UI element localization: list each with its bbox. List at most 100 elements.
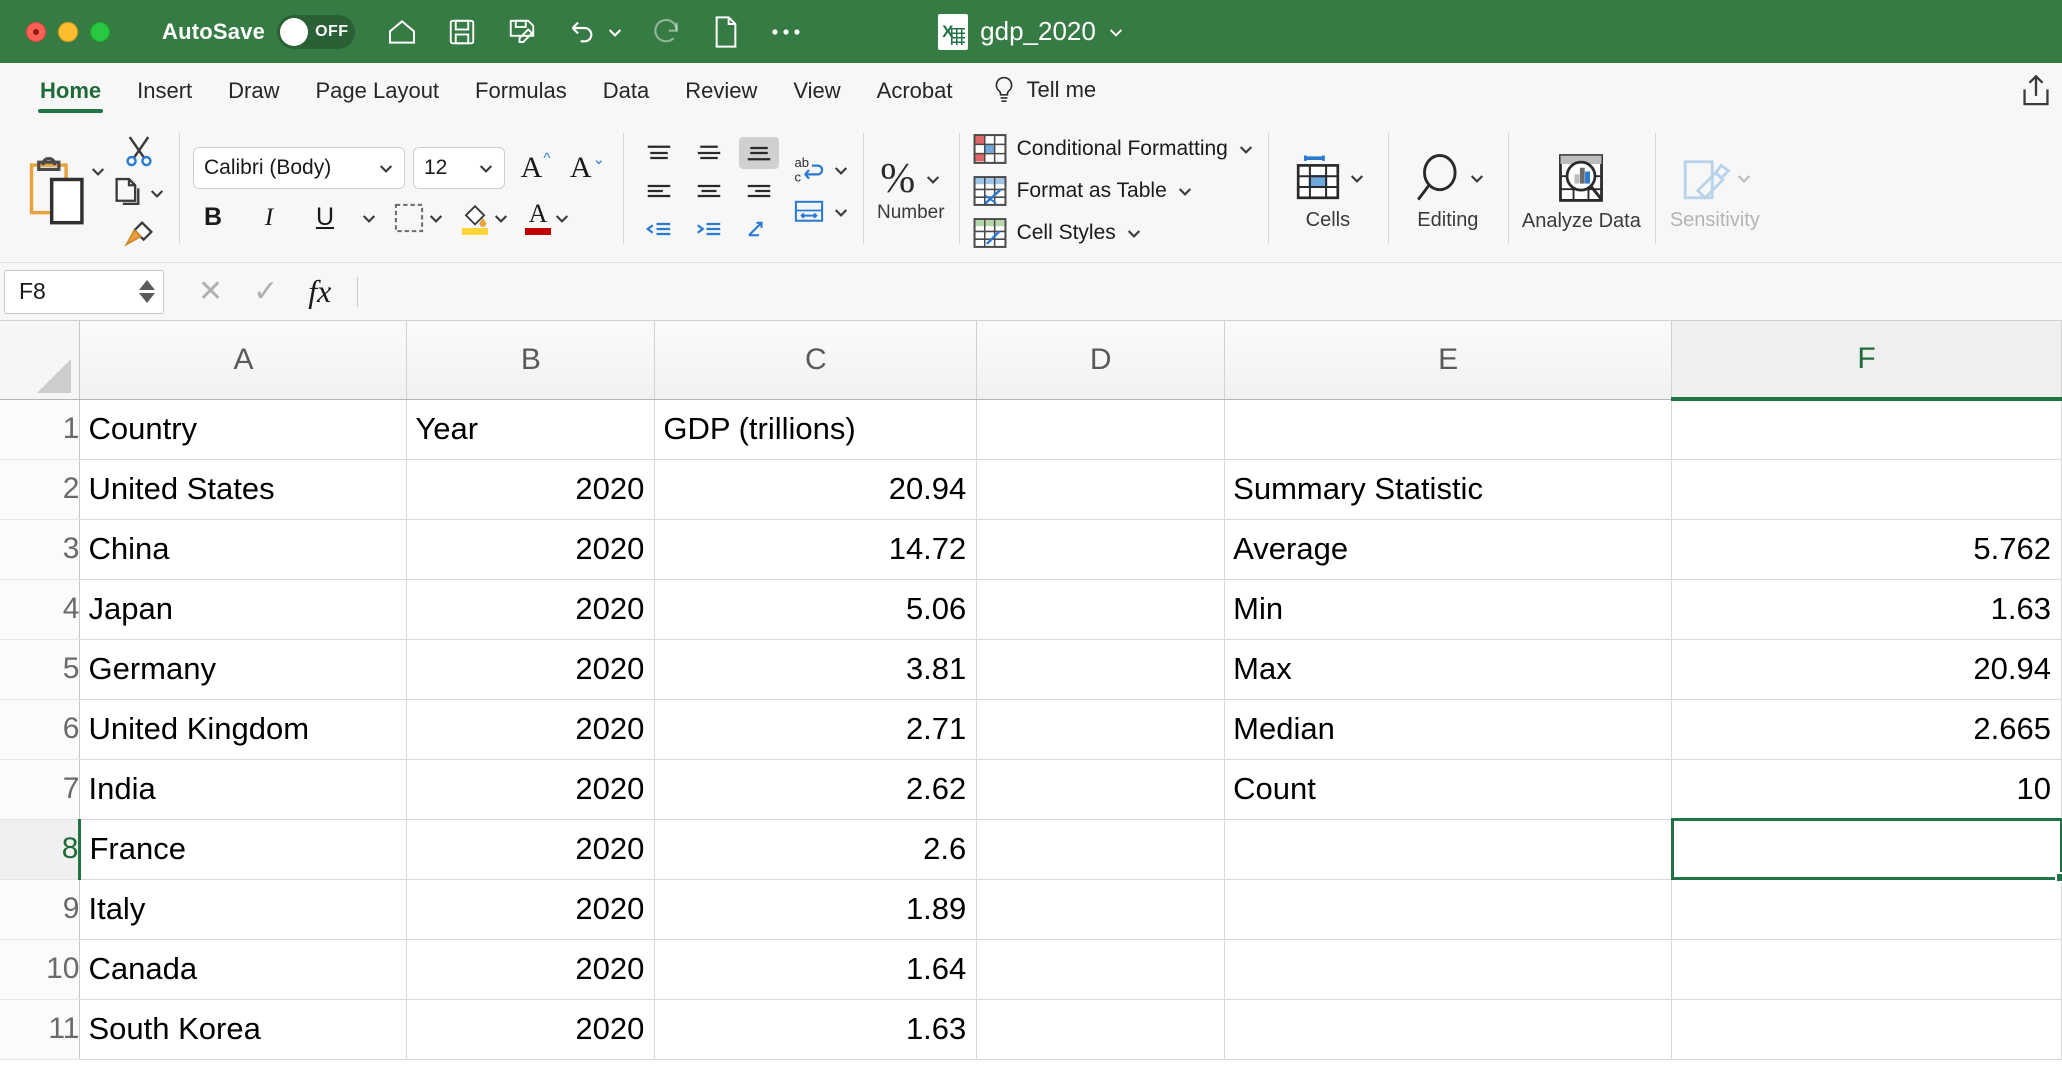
cell-A6[interactable]: United Kingdom bbox=[79, 699, 408, 760]
cell-B9[interactable]: 2020 bbox=[406, 879, 656, 940]
cell-D4[interactable] bbox=[976, 579, 1226, 640]
tab-home[interactable]: Home bbox=[22, 78, 119, 113]
name-box-spinner-down-icon[interactable] bbox=[139, 293, 155, 303]
cell-C11[interactable]: 1.63 bbox=[654, 999, 978, 1060]
cell-D1[interactable] bbox=[976, 399, 1226, 460]
cell-F6[interactable]: 2.665 bbox=[1671, 699, 2062, 760]
enter-formula-button[interactable]: ✓ bbox=[253, 274, 278, 309]
conditional-formatting-chevron-icon[interactable] bbox=[1238, 141, 1254, 157]
underline-dropdown-chevron-icon[interactable] bbox=[361, 210, 377, 226]
cell-D2[interactable] bbox=[976, 459, 1226, 520]
cell-B5[interactable]: 2020 bbox=[406, 639, 656, 700]
more-options-icon[interactable] bbox=[769, 15, 803, 49]
borders-button[interactable] bbox=[393, 202, 444, 234]
undo-icon[interactable] bbox=[565, 15, 599, 49]
cell-F11[interactable] bbox=[1671, 999, 2062, 1060]
wrap-text-chevron-icon[interactable] bbox=[833, 162, 849, 178]
number-format-chevron-icon[interactable] bbox=[925, 171, 941, 187]
font-name-select[interactable]: Calibri (Body) bbox=[193, 146, 405, 189]
align-bottom-button[interactable] bbox=[739, 136, 779, 169]
home-icon[interactable] bbox=[385, 15, 419, 49]
tab-draw[interactable]: Draw bbox=[210, 78, 297, 113]
cell-C8[interactable]: 2.6 bbox=[654, 819, 978, 880]
row-header-6[interactable]: 6 bbox=[0, 699, 81, 760]
cell-F5[interactable]: 20.94 bbox=[1671, 639, 2062, 700]
cell-styles-button[interactable]: Cell Styles bbox=[973, 217, 1254, 249]
row-header-5[interactable]: 5 bbox=[0, 639, 81, 700]
font-color-button[interactable]: A bbox=[525, 200, 570, 235]
tab-view[interactable]: View bbox=[775, 78, 858, 113]
cell-F4[interactable]: 1.63 bbox=[1671, 579, 2062, 640]
cell-C9[interactable]: 1.89 bbox=[654, 879, 978, 940]
format-painter-button[interactable] bbox=[122, 218, 156, 252]
row-header-10[interactable]: 10 bbox=[0, 939, 81, 1000]
close-window-button[interactable] bbox=[26, 21, 46, 42]
percent-style-button[interactable]: % bbox=[880, 158, 915, 200]
format-as-table-chevron-icon[interactable] bbox=[1177, 183, 1193, 199]
decrease-font-size-button[interactable]: A ⌄ bbox=[565, 146, 609, 190]
align-middle-button[interactable] bbox=[689, 137, 729, 169]
cell-F8[interactable] bbox=[1671, 819, 2062, 880]
column-header-c[interactable]: C bbox=[654, 321, 978, 400]
cell-C10[interactable]: 1.64 bbox=[654, 939, 978, 1000]
cell-C5[interactable]: 3.81 bbox=[654, 639, 978, 700]
cell-B1[interactable]: Year bbox=[406, 399, 656, 460]
cell-F10[interactable] bbox=[1671, 939, 2062, 1000]
save-icon[interactable] bbox=[445, 15, 479, 49]
cell-F7[interactable]: 10 bbox=[1671, 759, 2062, 820]
column-header-e[interactable]: E bbox=[1224, 321, 1673, 400]
cell-D10[interactable] bbox=[976, 939, 1226, 1000]
cell-A1[interactable]: Country bbox=[79, 399, 408, 460]
row-header-9[interactable]: 9 bbox=[0, 879, 81, 940]
cell-B4[interactable]: 2020 bbox=[406, 579, 656, 640]
cell-E10[interactable] bbox=[1224, 939, 1673, 1000]
formula-input[interactable] bbox=[358, 263, 2062, 320]
cell-A10[interactable]: Canada bbox=[79, 939, 408, 1000]
cell-E9[interactable] bbox=[1224, 879, 1673, 940]
format-as-table-button[interactable]: Format as Table bbox=[973, 175, 1254, 207]
cell-C2[interactable]: 20.94 bbox=[654, 459, 978, 520]
column-header-f[interactable]: F bbox=[1671, 321, 2062, 401]
underline-button[interactable]: U bbox=[305, 200, 345, 236]
cells-button[interactable]: Cells bbox=[1282, 151, 1374, 231]
copy-button[interactable] bbox=[112, 176, 165, 210]
align-center-button[interactable] bbox=[689, 175, 729, 207]
copy-dropdown-chevron-icon[interactable] bbox=[149, 185, 165, 201]
tell-me-button[interactable]: Tell me bbox=[970, 76, 1114, 113]
conditional-formatting-button[interactable]: Conditional Formatting bbox=[973, 133, 1254, 165]
row-header-2[interactable]: 2 bbox=[0, 459, 81, 520]
autosave-toggle[interactable]: OFF bbox=[277, 14, 356, 49]
autosave-control[interactable]: AutoSave OFF bbox=[162, 14, 356, 49]
sensitivity-button[interactable]: Sensitivity bbox=[1669, 151, 1761, 231]
column-header-d[interactable]: D bbox=[976, 321, 1226, 400]
tab-review[interactable]: Review bbox=[667, 78, 775, 113]
cells-chevron-icon[interactable] bbox=[1349, 170, 1365, 186]
cell-E2[interactable]: Summary Statistic bbox=[1224, 459, 1673, 520]
paste-button[interactable] bbox=[24, 155, 88, 227]
cell-D5[interactable] bbox=[976, 639, 1226, 700]
cell-A11[interactable]: South Korea bbox=[79, 999, 408, 1060]
tab-data[interactable]: Data bbox=[585, 78, 667, 113]
cell-F9[interactable] bbox=[1671, 879, 2062, 940]
italic-button[interactable]: I bbox=[249, 200, 289, 236]
row-header-8[interactable]: 8 bbox=[0, 819, 82, 880]
save-as-icon[interactable] bbox=[505, 15, 539, 49]
cell-D11[interactable] bbox=[976, 999, 1226, 1060]
cell-E1[interactable] bbox=[1224, 399, 1673, 460]
text-orientation-button[interactable] bbox=[739, 213, 779, 245]
increase-indent-button[interactable] bbox=[689, 213, 729, 245]
maximize-window-button[interactable] bbox=[90, 21, 110, 42]
row-header-7[interactable]: 7 bbox=[0, 759, 81, 820]
cell-C4[interactable]: 5.06 bbox=[654, 579, 978, 640]
font-size-select[interactable]: 12 bbox=[413, 146, 505, 189]
name-box-spinner[interactable] bbox=[139, 280, 155, 303]
cell-E7[interactable]: Count bbox=[1224, 759, 1673, 820]
undo-dropdown-chevron-icon[interactable] bbox=[607, 24, 623, 40]
select-all-corner[interactable] bbox=[0, 321, 81, 400]
tab-insert[interactable]: Insert bbox=[119, 78, 210, 113]
cell-A2[interactable]: United States bbox=[79, 459, 408, 520]
borders-dropdown-chevron-icon[interactable] bbox=[428, 210, 444, 226]
merge-cells-chevron-icon[interactable] bbox=[833, 204, 849, 220]
align-left-button[interactable] bbox=[639, 175, 679, 207]
align-top-button[interactable] bbox=[639, 137, 679, 169]
